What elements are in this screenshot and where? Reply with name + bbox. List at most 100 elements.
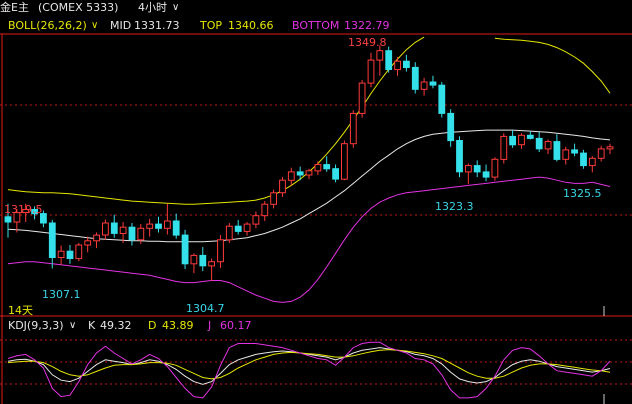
candle	[580, 149, 587, 169]
candle	[482, 164, 490, 182]
candle	[75, 242, 83, 262]
candle-body	[57, 250, 65, 258]
candle	[146, 218, 154, 237]
candle	[296, 166, 304, 181]
candle-body	[48, 222, 56, 258]
candle	[243, 222, 251, 236]
candle	[491, 157, 499, 181]
boll-mid-line	[7, 129, 611, 243]
candle-body	[580, 152, 587, 167]
chevron-down-icon[interactable]: ∨	[69, 318, 76, 334]
candle-body	[606, 146, 614, 150]
candle	[341, 140, 348, 181]
candle-body	[349, 112, 357, 145]
candle-body	[314, 164, 322, 172]
candle	[217, 235, 224, 268]
candle	[606, 143, 614, 155]
low-price-label: 1307.1	[42, 288, 81, 301]
candle	[57, 245, 65, 265]
candle-body	[270, 192, 278, 205]
candle	[394, 56, 402, 76]
candle	[367, 52, 375, 88]
candle-body	[119, 226, 127, 234]
candle	[172, 213, 180, 239]
candle-body	[553, 141, 561, 160]
candle-body	[491, 158, 499, 178]
candle-body	[252, 215, 260, 225]
candle	[438, 82, 446, 118]
candlestick-chart[interactable]	[0, 0, 632, 404]
candle	[385, 46, 393, 73]
candle-body	[66, 250, 74, 259]
candle-body	[199, 254, 207, 267]
candle-body	[411, 66, 419, 90]
candle-body	[217, 239, 224, 263]
candle-body	[597, 148, 605, 159]
candle-body	[456, 140, 463, 173]
candles	[4, 45, 614, 282]
left-high-label: 1319.5	[4, 203, 43, 216]
candle	[323, 156, 331, 172]
candle-body	[385, 50, 393, 70]
candle-body	[323, 164, 331, 170]
candle	[447, 109, 455, 147]
kdj-indicator-bar: KDJ(9,3,3) ∨ K 49.32 D 43.89 J 60.17	[0, 318, 632, 334]
candle-body	[243, 223, 251, 232]
candle	[84, 236, 92, 253]
candle	[287, 167, 295, 186]
candle	[553, 134, 561, 162]
candle-body	[535, 137, 543, 150]
candle-body	[128, 226, 136, 241]
candle-body	[447, 112, 455, 142]
time-span-label: 14天	[8, 304, 33, 317]
candle-body	[473, 165, 481, 173]
candle	[518, 133, 525, 149]
candle	[252, 211, 260, 229]
candle-body	[261, 203, 269, 217]
low-price-label: 1325.5	[563, 187, 602, 200]
kdj-name[interactable]: KDJ(9,3,3)	[8, 318, 64, 334]
candle	[279, 177, 286, 197]
high-price-label: 1349.8	[348, 36, 387, 49]
candle	[164, 203, 171, 235]
candle-body	[420, 81, 428, 90]
candle	[588, 156, 596, 173]
candle-body	[518, 134, 525, 146]
candle-body	[394, 60, 402, 71]
candle	[526, 131, 534, 140]
candle-body	[367, 59, 375, 84]
candle	[420, 77, 428, 96]
candle	[509, 130, 517, 148]
candle	[358, 79, 366, 118]
candle-body	[305, 170, 313, 176]
candle	[128, 223, 136, 246]
candle	[110, 214, 118, 238]
candle	[465, 163, 472, 184]
candle	[181, 229, 189, 269]
candle	[66, 244, 74, 264]
candle-body	[332, 168, 340, 180]
low-price-label: 1304.7	[186, 302, 225, 315]
candle-body	[526, 134, 534, 139]
candle-body	[190, 254, 198, 265]
candle	[597, 145, 605, 162]
candle	[332, 164, 340, 183]
candle-body	[482, 171, 490, 178]
kdj-j-line	[7, 341, 611, 399]
candle-body	[403, 60, 410, 69]
candle	[544, 139, 552, 155]
candle	[261, 201, 269, 221]
candle	[234, 219, 242, 235]
candle-body	[234, 225, 242, 232]
candle-body	[93, 234, 100, 242]
candle	[500, 133, 508, 164]
candle-body	[4, 216, 12, 223]
candle-body	[358, 82, 366, 114]
candle	[535, 132, 543, 153]
candle-body	[155, 223, 162, 229]
candle-body	[110, 222, 118, 234]
candle-body	[438, 84, 446, 114]
candle	[473, 160, 481, 178]
candle-body	[500, 135, 508, 160]
candle	[225, 223, 233, 243]
